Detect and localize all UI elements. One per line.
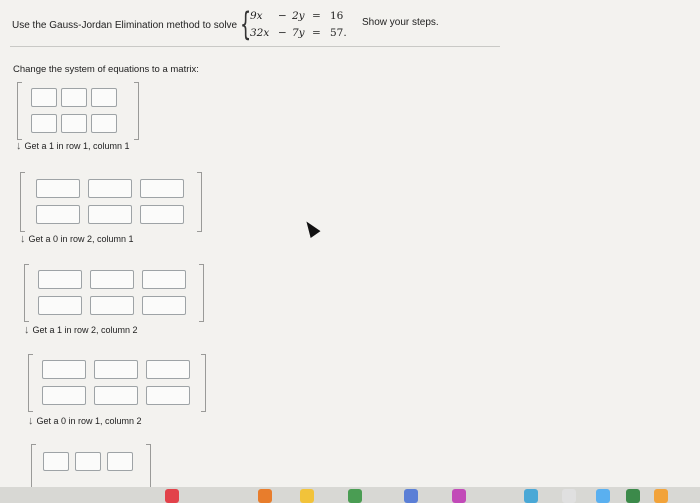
matrix-3-r2c2[interactable] xyxy=(94,386,138,405)
dock-app-icon[interactable] xyxy=(626,489,640,503)
step-2-label: ↓ Get a 0 in row 2, column 1 xyxy=(20,233,134,245)
dock-app-icon[interactable] xyxy=(562,489,576,503)
problem-prompt: Use the Gauss-Jordan Elimination method … xyxy=(12,20,238,31)
matrix-1-r2c2[interactable] xyxy=(88,205,132,224)
arrow-down-icon: ↓ xyxy=(24,324,30,336)
equation-system: { 9x − 2y = 16 32x − 7y = 57. xyxy=(240,5,347,43)
matrix-0-r1c1[interactable] xyxy=(31,88,57,107)
step-4-label: ↓ Get a 0 in row 1, column 2 xyxy=(28,415,142,427)
matrix-0-r1c2[interactable] xyxy=(61,88,87,107)
matrix-1-r2c3[interactable] xyxy=(140,205,184,224)
matrix-1-r1c3[interactable] xyxy=(140,179,184,198)
arrow-down-icon: ↓ xyxy=(28,415,34,427)
divider xyxy=(10,46,500,47)
matrix-2-r2c2[interactable] xyxy=(90,296,134,315)
matrix-3-r1c1[interactable] xyxy=(42,360,86,379)
matrix-1-r2c1[interactable] xyxy=(36,205,80,224)
step-1-label: ↓ Get a 1 in row 1, column 1 xyxy=(16,140,130,152)
matrix-2-r2c3[interactable] xyxy=(142,296,186,315)
step-3-matrix xyxy=(28,354,206,412)
step-1-matrix xyxy=(20,172,202,232)
matrix-2-r1c1[interactable] xyxy=(38,270,82,289)
matrix-3-r2c3[interactable] xyxy=(146,386,190,405)
matrix-1-r1c2[interactable] xyxy=(88,179,132,198)
initial-matrix xyxy=(17,82,139,140)
matrix-3-r1c2[interactable] xyxy=(94,360,138,379)
dock-app-icon[interactable] xyxy=(258,489,272,503)
arrow-down-icon: ↓ xyxy=(16,140,22,152)
dock-app-icon[interactable] xyxy=(654,489,668,503)
dock-app-icon[interactable] xyxy=(165,489,179,503)
matrix-4-r1c3[interactable] xyxy=(107,452,133,471)
problem-header: Use the Gauss-Jordan Elimination method … xyxy=(12,5,502,46)
mouse-cursor-icon xyxy=(301,218,321,238)
matrix-2-r2c1[interactable] xyxy=(38,296,82,315)
dock-app-icon[interactable] xyxy=(452,489,466,503)
dock-app-icon[interactable] xyxy=(300,489,314,503)
matrix-3-r2c1[interactable] xyxy=(42,386,86,405)
matrix-0-r2c1[interactable] xyxy=(31,114,57,133)
arrow-down-icon: ↓ xyxy=(20,233,26,245)
matrix-4-r1c2[interactable] xyxy=(75,452,101,471)
dock-app-icon[interactable] xyxy=(348,489,362,503)
matrix-0-r2c3[interactable] xyxy=(91,114,117,133)
section-label: Change the system of equations to a matr… xyxy=(13,64,199,75)
matrix-0-r2c2[interactable] xyxy=(61,114,87,133)
matrix-4-r1c1[interactable] xyxy=(43,452,69,471)
problem-instruction: Show your steps. xyxy=(362,17,439,28)
matrix-0-r1c3[interactable] xyxy=(91,88,117,107)
matrix-1-r1c1[interactable] xyxy=(36,179,80,198)
dock-app-icon[interactable] xyxy=(404,489,418,503)
step-2-matrix xyxy=(24,264,204,322)
dock-app-icon[interactable] xyxy=(596,489,610,503)
matrix-3-r1c3[interactable] xyxy=(146,360,190,379)
matrix-2-r1c2[interactable] xyxy=(90,270,134,289)
dock-app-icon[interactable] xyxy=(524,489,538,503)
step-3-label: ↓ Get a 1 in row 2, column 2 xyxy=(24,324,138,336)
matrix-2-r1c3[interactable] xyxy=(142,270,186,289)
